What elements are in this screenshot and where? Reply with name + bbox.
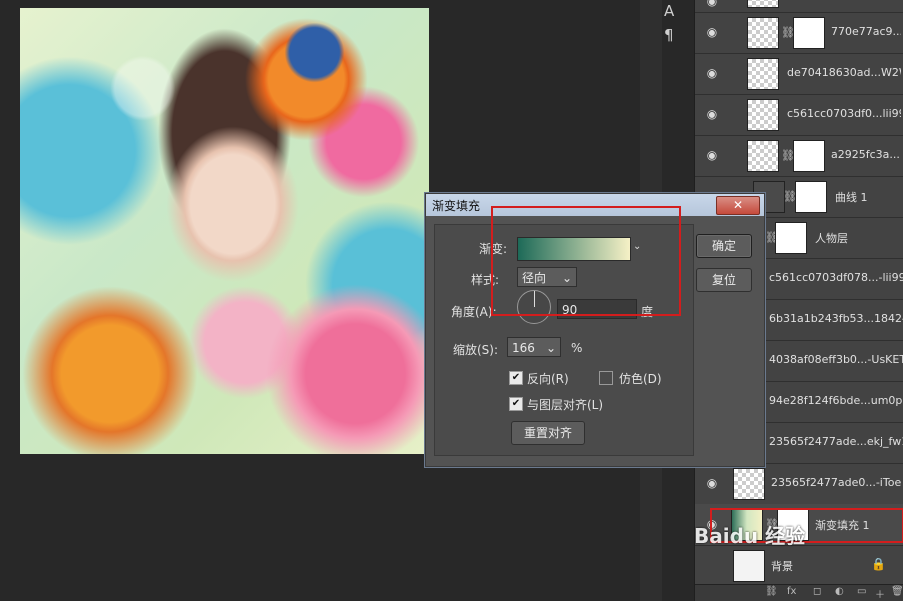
layer-thumbnail <box>747 140 779 172</box>
layer-name: 770e77ac9...58 <box>831 25 901 38</box>
new-layer-icon[interactable]: ＋ <box>875 586 885 601</box>
layers-panel-footer: ⛓ fx ◻ ◐ ▭ ＋ 🗑 <box>695 584 903 601</box>
paragraph-panel-icon[interactable]: ¶ <box>664 26 674 44</box>
eye-icon[interactable]: ◉ <box>705 66 719 80</box>
layer-name: 23565f2477ade0...-iToekj_ <box>771 476 901 489</box>
delete-layer-icon[interactable]: 🗑 <box>891 586 903 597</box>
character-panel-icon[interactable]: A <box>664 2 674 20</box>
layer-thumbnail <box>747 17 779 49</box>
scale-select[interactable]: 166 ⌄ <box>507 337 561 357</box>
reset-align-button[interactable]: 重置对齐 <box>511 421 585 445</box>
layer-thumbnail <box>747 0 779 8</box>
eye-icon[interactable]: ◉ <box>705 107 719 121</box>
adjustment-layer-icon[interactable]: ◐ <box>835 586 844 597</box>
layer-name: 6b31a1b243fb53...184247- <box>769 312 903 325</box>
layer-name: 背景 <box>771 560 793 573</box>
close-button[interactable]: ✕ <box>716 196 760 215</box>
dialog-title: 渐变填充 <box>432 199 481 213</box>
chevron-down-icon: ⌄ <box>545 341 556 355</box>
new-group-icon[interactable]: ▭ <box>857 586 866 597</box>
angle-label: 角度(A): <box>451 305 497 319</box>
layer-row-1[interactable]: ◉ ⛓ 770e77ac9...58 <box>695 12 903 54</box>
align-with-layer-checkbox[interactable]: ✔ <box>509 397 523 411</box>
dither-label: 仿色(D) <box>619 372 662 386</box>
layer-name: 曲线 1 <box>835 191 868 204</box>
layer-name: 94e28f124f6bde...um0p5y_ <box>769 394 903 407</box>
reset-button[interactable]: 复位 <box>696 268 752 292</box>
layer-row-2[interactable]: ◉ de70418630ad...W2Wk_ <box>695 53 903 95</box>
reverse-label: 反向(R) <box>527 372 569 386</box>
align-with-layer-label: 与图层对齐(L) <box>527 398 604 412</box>
eye-icon[interactable]: ◉ <box>705 148 719 162</box>
eye-icon[interactable]: ◉ <box>705 25 719 39</box>
layer-mask-thumbnail <box>795 181 827 213</box>
layer-name: c561cc0703df0...lii99M_ <box>787 107 901 120</box>
layer-row-3[interactable]: ◉ c561cc0703df0...lii99M_ <box>695 94 903 136</box>
scale-label: 缩放(S): <box>453 343 499 357</box>
layer-name: a2925fc3a...1_ <box>831 148 901 161</box>
layer-name: 23565f2477ade...ekj_fw12 <box>769 435 903 448</box>
layer-thumbnail <box>733 468 765 500</box>
lock-icon: 🔒 <box>871 557 886 571</box>
baidu-watermark: Baidu 经验 <box>694 524 806 548</box>
reverse-checkbox[interactable]: ✔ <box>509 371 523 385</box>
add-mask-icon[interactable]: ◻ <box>813 586 821 597</box>
scale-unit: % <box>571 341 583 355</box>
artwork-canvas[interactable] <box>20 8 429 454</box>
dither-checkbox[interactable] <box>599 371 613 385</box>
layer-name: de70418630ad...W2Wk_ <box>787 66 901 79</box>
background-thumbnail <box>733 550 765 582</box>
scale-value: 166 <box>512 341 535 355</box>
link-layers-icon[interactable]: ⛓ <box>765 586 778 597</box>
eye-icon[interactable]: ◉ <box>705 0 719 8</box>
layer-mask-thumbnail <box>793 17 825 49</box>
fx-icon[interactable]: fx <box>787 586 796 597</box>
layer-name: 人物层 <box>815 232 848 245</box>
layer-row-14[interactable]: 背景 🔒 <box>695 545 903 586</box>
layer-row-12[interactable]: ◉ 23565f2477ade0...-iToekj_ <box>695 463 903 505</box>
layer-thumbnail <box>747 58 779 90</box>
highlight-box-dialog <box>491 206 681 316</box>
layer-name: 4038af08eff3b0...-UsKETO_ <box>769 353 903 366</box>
eye-icon[interactable]: ◉ <box>705 476 719 490</box>
layer-name: c561cc0703df078...-lii99M_ <box>769 271 903 284</box>
layer-row-4[interactable]: ◉ ⛓ a2925fc3a...1_ <box>695 135 903 177</box>
layer-thumbnail <box>747 99 779 131</box>
layer-mask-thumbnail <box>793 140 825 172</box>
ok-button[interactable]: 确定 <box>696 234 752 258</box>
layer-mask-thumbnail <box>775 222 807 254</box>
